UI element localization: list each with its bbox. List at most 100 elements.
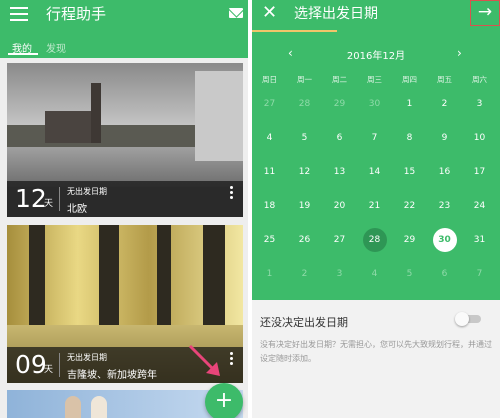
weekday-label: 周五 (437, 75, 452, 84)
calendar-day-outside: 1 (252, 264, 287, 286)
calendar-day[interactable]: 8 (392, 128, 427, 150)
calendar-day-number: 29 (333, 99, 346, 109)
calendar-day[interactable]: 6 (322, 128, 357, 150)
calendar-day[interactable]: 19 (287, 196, 322, 218)
calendar-day[interactable]: 28 (357, 228, 392, 252)
app-bar: ✕ 选择出发日期 → (252, 0, 500, 32)
calendar-week-row: 25 26 27 28 29 30 31 (252, 228, 500, 264)
app-title: 行程助手 (46, 5, 107, 23)
calendar-day-number: 9 (441, 133, 448, 143)
toggle-knob (455, 312, 469, 326)
calendar-day[interactable]: 2 (427, 94, 462, 116)
calendar-day-number: 24 (473, 201, 486, 211)
page-title: 选择出发日期 (294, 6, 378, 22)
calendar-day[interactable]: 20 (322, 196, 357, 218)
calendar-day-number: 22 (403, 201, 416, 211)
calendar-day[interactable]: 7 (357, 128, 392, 150)
calendar-day[interactable]: 21 (357, 196, 392, 218)
calendar-day[interactable]: 13 (322, 162, 357, 184)
calendar-day[interactable]: 16 (427, 162, 462, 184)
calendar-day-number: 2 (441, 99, 448, 109)
calendar-day-number: 5 (406, 269, 413, 279)
calendar-day-number: 12 (298, 167, 311, 177)
calendar-day-number: 14 (368, 167, 381, 177)
trip-days: 12 (15, 184, 47, 213)
calendar-day[interactable]: 25 (252, 230, 287, 252)
calendar-day-number: 30 (368, 99, 381, 109)
trip-info-bar: 12 天 无出发日期 北欧 (7, 181, 243, 217)
calendar-day-number: 25 (263, 235, 276, 245)
calendar-day[interactable]: 26 (287, 230, 322, 252)
calendar-day[interactable]: 4 (252, 128, 287, 150)
calendar-day-number: 18 (263, 201, 276, 211)
menu-icon[interactable] (10, 7, 28, 21)
undecided-toggle[interactable] (455, 312, 481, 326)
calendar-day-outside: 29 (322, 94, 357, 116)
tab-discover[interactable]: 发现 (46, 40, 66, 55)
calendar-day[interactable]: 5 (287, 128, 322, 150)
calendar-day[interactable]: 22 (392, 196, 427, 218)
weekday-label: 周四 (402, 75, 417, 84)
calendar-day[interactable]: 3 (462, 94, 497, 116)
calendar-day[interactable]: 27 (322, 230, 357, 252)
more-vert-icon[interactable] (230, 352, 233, 366)
calendar-day-number: 20 (333, 201, 346, 211)
calendar-day[interactable]: 23 (427, 196, 462, 218)
weekday-label: 周六 (472, 75, 487, 84)
calendar-day-outside: 6 (427, 264, 462, 286)
weekday-label: 周一 (297, 75, 312, 84)
calendar-day[interactable]: 31 (462, 230, 497, 252)
calendar-day[interactable]: 17 (462, 162, 497, 184)
calendar-day[interactable]: 15 (392, 162, 427, 184)
calendar-day-number: 11 (263, 167, 276, 177)
calendar-day-number: 10 (473, 133, 486, 143)
calendar-day-number: 31 (473, 235, 486, 245)
calendar-day[interactable]: 14 (357, 162, 392, 184)
calendar-day[interactable]: 9 (427, 128, 462, 150)
calendar-day[interactable]: 1 (392, 94, 427, 116)
trip-days-unit: 天 (44, 365, 54, 375)
calendar-week-row: 4 5 6 7 8 9 10 (252, 128, 500, 162)
calendar-day-outside: 3 (322, 264, 357, 286)
mail-icon[interactable] (229, 8, 243, 18)
calendar-week-row: 11 12 13 14 15 16 17 (252, 162, 500, 196)
calendar-day-number: 6 (441, 269, 448, 279)
calendar-day-number: 5 (301, 133, 308, 143)
calendar-day[interactable]: 18 (252, 196, 287, 218)
next-month-button[interactable]: › (457, 46, 462, 60)
undecided-label: 还没决定出发日期 (260, 316, 348, 329)
month-label: 2016年12月 (346, 51, 406, 62)
calendar-day-number: 15 (403, 167, 416, 177)
more-vert-icon[interactable] (230, 186, 233, 200)
calendar-day-number: 1 (266, 269, 273, 279)
close-icon[interactable]: ✕ (262, 3, 277, 23)
calendar-week-row: 1 2 3 4 5 6 7 (252, 264, 500, 298)
divider (59, 187, 60, 211)
calendar-day[interactable]: 10 (462, 128, 497, 150)
calendar-grid: 周日 周一 周二 周三 周四 周五 周六 27 28 29 30 1 2 3 4 5 6 7 8 9 10… (252, 70, 500, 298)
weekday-label: 周日 (262, 75, 277, 84)
calendar-day[interactable]: 24 (462, 196, 497, 218)
calendar-day-number: 23 (438, 201, 451, 211)
trip-date-status: 无出发日期 (67, 187, 107, 196)
calendar: ‹ 2016年12月 › 周日 周一 周二 周三 周四 周五 周六 27 28 29… (252, 32, 500, 300)
trip-destination: 吉隆坡、新加坡跨年 (67, 370, 157, 381)
trip-card[interactable]: 12 天 无出发日期 北欧 (7, 63, 243, 217)
calendar-day-outside: 7 (462, 264, 497, 286)
calendar-day-outside: 28 (287, 94, 322, 116)
calendar-day[interactable]: 29 (392, 230, 427, 252)
add-trip-button[interactable]: + (205, 383, 243, 418)
calendar-day-number: 7 (476, 269, 483, 279)
calendar-day-number: 17 (473, 167, 486, 177)
trip-list-screen: 行程助手 我的 发现 12 天 无出发日期 北欧 09 天 无出发日期 吉隆坡、… (0, 0, 248, 418)
calendar-day-number: 28 (298, 99, 311, 109)
calendar-day-number: 29 (403, 235, 416, 245)
next-arrow-button[interactable]: → (470, 0, 500, 26)
calendar-day-outside: 4 (357, 264, 392, 286)
calendar-day[interactable]: 30 (427, 228, 462, 252)
trip-days: 09 (15, 350, 47, 379)
calendar-day[interactable]: 11 (252, 162, 287, 184)
calendar-day[interactable]: 12 (287, 162, 322, 184)
calendar-day-number: 27 (333, 235, 346, 245)
calendar-day-number: 4 (371, 269, 378, 279)
